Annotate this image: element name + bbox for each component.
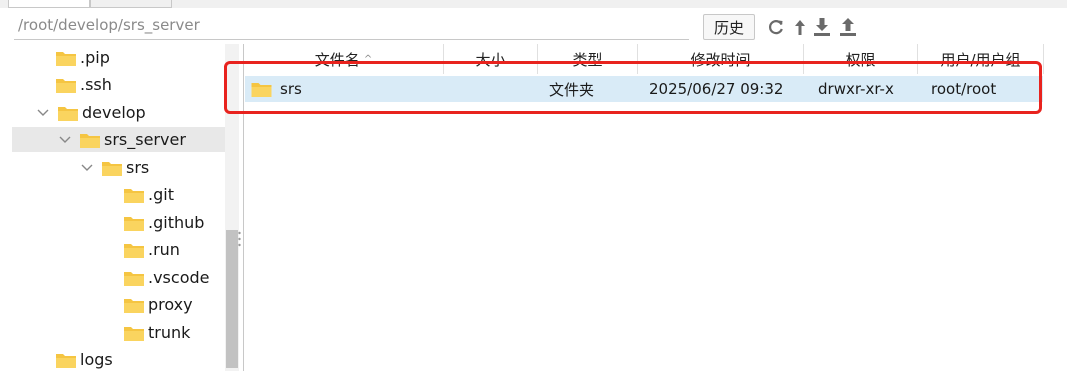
folder-icon	[56, 51, 76, 66]
tree-item-trunk[interactable]: trunk	[12, 320, 225, 345]
folder-icon	[124, 298, 144, 313]
tree-item-git[interactable]: .git	[12, 182, 225, 207]
scrollbar-thumb[interactable]	[226, 230, 238, 368]
folder-icon	[56, 78, 76, 93]
tree-item-pip[interactable]: .pip	[12, 45, 225, 70]
tree-item-srs-server[interactable]: srs_server	[12, 127, 225, 152]
chevron-down-icon[interactable]	[80, 161, 94, 175]
folder-icon	[124, 216, 144, 231]
tree-item-label: logs	[80, 350, 113, 369]
tree-item-label: .ssh	[80, 75, 112, 94]
path-bar: /root/develop/srs_server 历史	[0, 8, 1067, 40]
tree-item-logs[interactable]: logs	[12, 347, 225, 371]
folder-icon	[58, 106, 78, 121]
sftp-file-browser: /root/develop/srs_server 历史 .pip .ssh de…	[0, 0, 1067, 371]
tree-item-proxy[interactable]: proxy	[12, 292, 225, 317]
tree-item-srs[interactable]: srs	[12, 155, 225, 180]
tree-item-vscode[interactable]: .vscode	[12, 265, 225, 290]
folder-icon	[124, 243, 144, 258]
refresh-icon[interactable]	[766, 16, 786, 38]
tree-item-label: .pip	[80, 48, 110, 67]
path-input[interactable]: /root/develop/srs_server	[18, 16, 200, 34]
tree-item-label: proxy	[148, 295, 193, 314]
folder-icon	[124, 271, 144, 286]
upload-icon[interactable]	[838, 16, 858, 38]
folder-icon	[56, 353, 76, 368]
folder-icon	[80, 133, 100, 148]
tree-item-label: .github	[148, 213, 205, 232]
directory-tree: .pip .ssh develop srs_server srs .git .g…	[12, 44, 225, 371]
tree-item-label: .run	[148, 240, 180, 259]
tab-inactive[interactable]	[90, 0, 172, 8]
path-underline	[14, 39, 689, 40]
download-icon[interactable]	[812, 16, 832, 38]
tree-item-label: .git	[148, 185, 174, 204]
tree-item-develop[interactable]: develop	[12, 100, 225, 125]
folder-icon	[102, 161, 122, 176]
highlight-box	[224, 61, 1042, 114]
folder-icon	[124, 326, 144, 341]
tree-item-label: develop	[82, 103, 146, 122]
tab-active[interactable]	[8, 0, 90, 8]
history-button[interactable]: 历史	[703, 14, 755, 40]
tree-item-github[interactable]: .github	[12, 210, 225, 235]
tree-item-run[interactable]: .run	[12, 237, 225, 262]
chevron-down-icon[interactable]	[36, 106, 50, 120]
chevron-down-icon[interactable]	[58, 133, 72, 147]
tree-item-label: trunk	[148, 323, 191, 342]
tree-item-label: .vscode	[148, 268, 210, 287]
splitter-grip-icon[interactable]	[237, 230, 242, 248]
up-arrow-icon[interactable]	[790, 16, 810, 38]
folder-icon	[124, 188, 144, 203]
tree-item-ssh[interactable]: .ssh	[12, 72, 225, 97]
tree-item-label: srs_server	[104, 130, 186, 149]
tree-item-label: srs	[126, 158, 150, 177]
